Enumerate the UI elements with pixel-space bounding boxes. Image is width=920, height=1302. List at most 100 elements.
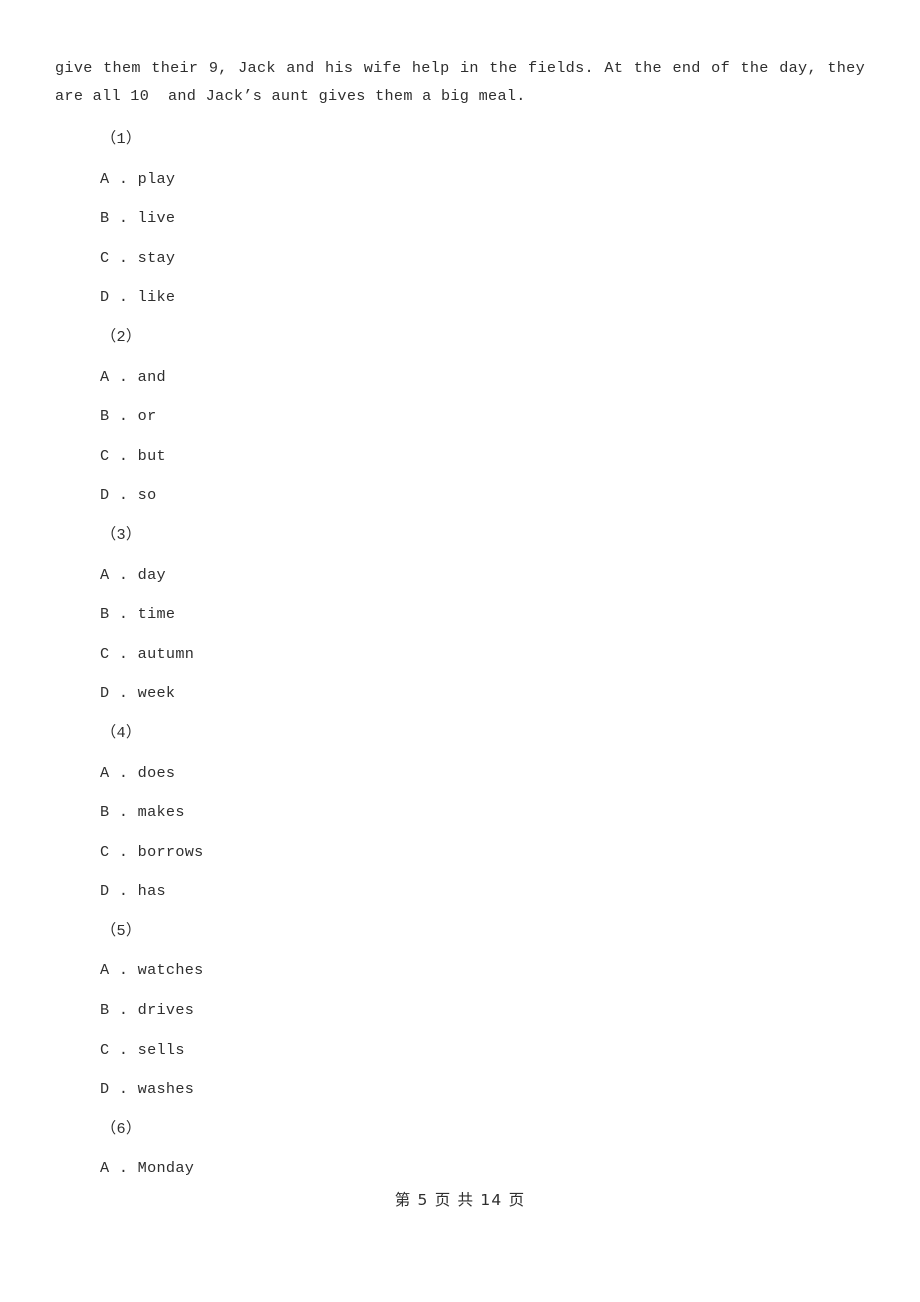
- question-list: （1） A . play B . live C . stay D . like （2） A …: [0, 120, 920, 1189]
- option-letter: A: [100, 169, 110, 188]
- answer-option[interactable]: D . so: [0, 476, 920, 516]
- answer-option[interactable]: B . or: [0, 397, 920, 437]
- option-separator: .: [109, 882, 138, 901]
- option-letter: C: [100, 644, 110, 663]
- answer-option[interactable]: A . day: [0, 556, 920, 596]
- answer-option[interactable]: A . watches: [0, 951, 920, 991]
- question-number: （1）: [101, 130, 142, 148]
- option-separator: .: [109, 763, 138, 782]
- option-separator: .: [109, 288, 138, 307]
- option-text: week: [137, 684, 176, 703]
- option-letter: D: [100, 1080, 110, 1099]
- option-letter: D: [100, 288, 110, 307]
- option-separator: .: [109, 209, 138, 228]
- option-separator: .: [109, 367, 138, 386]
- option-separator: .: [109, 1001, 138, 1020]
- option-letter: C: [100, 248, 110, 267]
- option-text: but: [137, 446, 166, 465]
- option-letter: A: [100, 1159, 110, 1178]
- question-number: （3）: [101, 525, 142, 544]
- option-separator: .: [109, 407, 138, 426]
- answer-option[interactable]: C . borrows: [0, 833, 920, 873]
- option-letter: B: [100, 605, 110, 624]
- option-letter: A: [100, 763, 110, 782]
- option-letter: B: [100, 1001, 110, 1020]
- answer-option[interactable]: A . play: [0, 160, 920, 200]
- answer-option[interactable]: C . autumn: [0, 635, 920, 675]
- answer-option[interactable]: B . live: [0, 199, 920, 239]
- page-footer: 第 5 页 共 14 页: [394, 1191, 526, 1209]
- answer-option[interactable]: D . week: [0, 674, 920, 714]
- question-number: （4）: [101, 723, 142, 742]
- option-separator: .: [109, 1159, 138, 1178]
- option-separator: .: [109, 1040, 138, 1059]
- option-letter: D: [100, 684, 110, 703]
- option-text: so: [137, 486, 157, 505]
- answer-option[interactable]: C . stay: [0, 239, 920, 279]
- answer-option[interactable]: A . does: [0, 754, 920, 794]
- answer-option[interactable]: A . Monday: [0, 1149, 920, 1189]
- option-letter: C: [100, 842, 110, 861]
- option-text: borrows: [137, 842, 204, 861]
- answer-option[interactable]: C . but: [0, 437, 920, 477]
- option-letter: C: [100, 1040, 110, 1059]
- option-separator: .: [109, 1080, 138, 1099]
- option-separator: .: [109, 486, 138, 505]
- option-text: watches: [137, 961, 204, 980]
- question-block: （5） A . watches B . drives C . sells D . was…: [0, 912, 920, 1110]
- option-separator: .: [109, 605, 138, 624]
- answer-option[interactable]: D . washes: [0, 1070, 920, 1110]
- option-separator: .: [109, 446, 138, 465]
- option-letter: A: [100, 565, 110, 584]
- option-text: autumn: [137, 644, 195, 663]
- passage-text: give them their 9, Jack and his wife hel…: [55, 59, 875, 105]
- option-text: makes: [137, 803, 185, 822]
- option-text: does: [137, 763, 176, 782]
- option-separator: .: [109, 644, 138, 663]
- option-letter: A: [100, 961, 110, 980]
- option-letter: D: [100, 486, 110, 505]
- question-block: （3） A . day B . time C . autumn D . week: [0, 516, 920, 714]
- option-text: day: [137, 565, 166, 584]
- question-block: （6） A . Monday: [0, 1110, 920, 1189]
- answer-option[interactable]: B . time: [0, 595, 920, 635]
- option-text: sells: [137, 1040, 185, 1059]
- answer-option[interactable]: B . drives: [0, 991, 920, 1031]
- option-text: stay: [137, 248, 176, 267]
- option-letter: D: [100, 882, 110, 901]
- option-text: time: [137, 605, 176, 624]
- option-text: Monday: [137, 1159, 195, 1178]
- option-text: has: [137, 882, 166, 901]
- question-number: （5）: [101, 921, 142, 940]
- option-separator: .: [109, 803, 138, 822]
- answer-option[interactable]: C . sells: [0, 1031, 920, 1071]
- option-text: play: [137, 169, 176, 188]
- question-block: （2） A . and B . or C . but D . so: [0, 318, 920, 516]
- option-letter: B: [100, 209, 110, 228]
- option-separator: .: [109, 961, 138, 980]
- option-separator: .: [109, 684, 138, 703]
- option-text: and: [137, 367, 166, 386]
- option-separator: .: [109, 169, 138, 188]
- option-letter: A: [100, 367, 110, 386]
- option-separator: .: [109, 565, 138, 584]
- question-block: （1） A . play B . live C . stay D . like: [0, 120, 920, 318]
- answer-option[interactable]: A . and: [0, 358, 920, 398]
- option-separator: .: [109, 248, 138, 267]
- option-text: or: [137, 407, 157, 426]
- option-text: drives: [137, 1001, 195, 1020]
- option-letter: B: [100, 803, 110, 822]
- question-block: （4） A . does B . makes C . borrows D . has: [0, 714, 920, 912]
- answer-option[interactable]: D . like: [0, 278, 920, 318]
- option-separator: .: [109, 842, 138, 861]
- option-text: like: [137, 288, 176, 307]
- option-letter: C: [100, 446, 110, 465]
- answer-option[interactable]: D . has: [0, 872, 920, 912]
- question-number: （2）: [101, 327, 142, 346]
- answer-option[interactable]: B . makes: [0, 793, 920, 833]
- option-text: live: [137, 209, 176, 228]
- option-letter: B: [100, 407, 110, 426]
- option-text: washes: [137, 1080, 195, 1099]
- document-page: give them their 9, Jack and his wife hel…: [0, 0, 920, 1302]
- question-number: （6）: [101, 1119, 142, 1138]
